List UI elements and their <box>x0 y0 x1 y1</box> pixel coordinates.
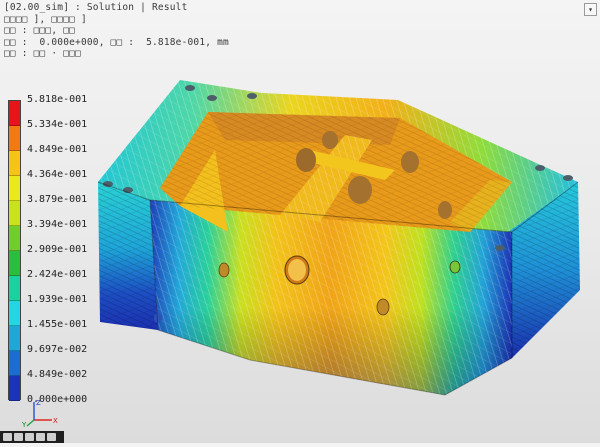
legend-swatch <box>9 101 20 126</box>
legend-label: 9.697e-002 <box>27 344 88 355</box>
solution-title: [02.00_sim] : Solution | Result <box>4 2 188 13</box>
legend-label: 4.849e-001 <box>27 144 88 155</box>
taskbar-icon-4[interactable] <box>36 433 45 441</box>
legend-label: 2.909e-001 <box>27 244 88 255</box>
status-taskbar <box>0 431 64 443</box>
legend-label: 5.818e-001 <box>27 94 88 105</box>
result-type-line: □□ : □□□, □□ <box>4 25 76 36</box>
taskbar-icon-5[interactable] <box>47 433 56 441</box>
legend-label: 2.424e-001 <box>27 269 88 280</box>
triad-y-label: Y <box>22 421 27 428</box>
legend-label: 4.364e-001 <box>27 169 88 180</box>
legend-swatch <box>9 251 20 276</box>
legend-label: 1.455e-001 <box>27 319 88 330</box>
legend-swatch <box>9 376 20 401</box>
legend-swatch <box>9 301 20 326</box>
result-range-line: □□ : 0.000e+000, □□ : 5.818e-001, mm <box>4 36 229 48</box>
legend-swatch <box>9 151 20 176</box>
triad-x-label: X <box>53 417 58 425</box>
coordinate-triad: X Z Y <box>21 398 62 432</box>
legend-swatch <box>9 226 20 251</box>
legend-label: 4.849e-002 <box>27 369 88 380</box>
legend-swatch <box>9 176 20 201</box>
legend-swatch <box>9 201 20 226</box>
legend-color-bar <box>8 100 21 401</box>
triad-z-label: Z <box>36 399 41 407</box>
result-info-header: [02.00_sim] : Solution | Result □□□□ ], … <box>4 2 229 60</box>
legend-swatch <box>9 126 20 151</box>
taskbar-icon-2[interactable] <box>14 433 23 441</box>
result-display-line: □□ : □□ · □□□ <box>4 48 81 59</box>
collapse-button[interactable]: ▾ <box>584 3 597 16</box>
legend-swatch <box>9 326 20 351</box>
fea-model-render <box>97 80 580 396</box>
legend-label: 1.939e-001 <box>27 294 88 305</box>
legend-label: 3.879e-001 <box>27 194 88 205</box>
legend-label: 5.334e-001 <box>27 119 88 130</box>
legend-label: 3.394e-001 <box>27 219 88 230</box>
legend-swatch <box>9 276 20 301</box>
graphics-viewport[interactable] <box>0 0 600 443</box>
taskbar-icon-1[interactable] <box>3 433 12 441</box>
result-subtitle: □□□□ ], □□□□ ] <box>4 13 87 25</box>
legend-swatch <box>9 351 20 376</box>
taskbar-icon-3[interactable] <box>25 433 34 441</box>
